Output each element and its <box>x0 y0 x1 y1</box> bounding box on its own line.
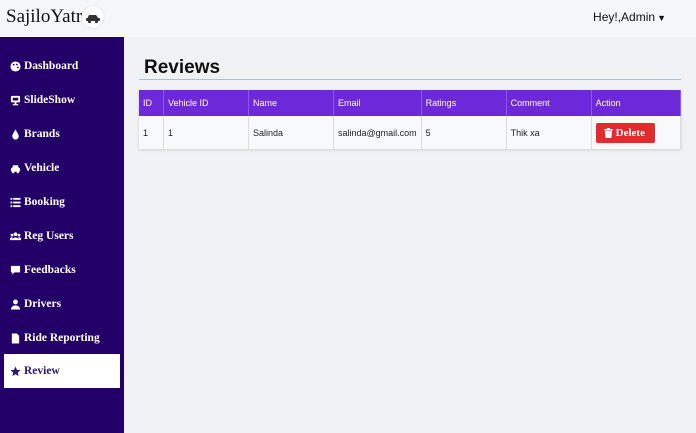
cell-vehicle-id: 1 <box>163 116 249 149</box>
sidebar-item-label: Brands <box>24 128 60 140</box>
car-icon <box>82 6 104 28</box>
page-title: Reviews <box>144 57 221 78</box>
cell-id: 1 <box>139 116 164 149</box>
column-header-vehicle-id: Vehicle ID <box>163 90 249 116</box>
star-icon <box>9 365 21 377</box>
sidebar-item-slideshow[interactable]: SlideShow <box>4 83 120 117</box>
sidebar-item-vehicle[interactable]: Vehicle <box>4 151 120 185</box>
column-header-action: Action <box>591 90 682 116</box>
list-icon <box>9 196 21 208</box>
user-menu-label: Hey!,Admin <box>593 10 656 24</box>
cell-ratings: 5 <box>421 116 507 149</box>
sidebar-item-label: Review <box>24 365 60 377</box>
table-header-row: ID Vehicle ID Name Email Ratings Comment… <box>139 90 682 116</box>
sidebar-item-label: Ride Reporting <box>24 332 100 344</box>
palette-icon <box>9 60 21 72</box>
cell-comment: Thik xa <box>506 116 592 149</box>
sidebar-item-label: Dashboard <box>24 60 79 72</box>
column-header-name: Name <box>248 90 334 116</box>
delete-button-label: Delete <box>615 126 645 139</box>
column-header-ratings: Ratings <box>421 90 507 116</box>
delete-button[interactable]: Delete <box>595 122 655 143</box>
comment-icon <box>9 264 21 276</box>
sidebar: Dashboard SlideShow Brands Vehicle Booki… <box>0 37 124 433</box>
cell-action: Delete <box>591 116 682 149</box>
sidebar-item-label: Drivers <box>24 298 62 310</box>
sidebar-item-label: Booking <box>24 196 65 208</box>
sidebar-item-feedbacks[interactable]: Feedbacks <box>4 253 120 287</box>
tv-icon <box>9 94 21 106</box>
brand-name[interactable]: SajiloYatra <box>6 6 91 28</box>
sidebar-item-drivers[interactable]: Drivers <box>4 287 120 321</box>
sidebar-item-dashboard[interactable]: Dashboard <box>4 49 120 83</box>
users-icon <box>9 230 21 242</box>
reviews-table: ID Vehicle ID Name Email Ratings Comment… <box>139 90 682 149</box>
table-row: 1 1 Salinda salinda@gmail.com 5 Thik xa … <box>139 116 682 149</box>
sidebar-item-label: SlideShow <box>24 94 76 106</box>
column-header-id: ID <box>139 90 164 116</box>
sidebar-item-label: Feedbacks <box>24 264 76 276</box>
cell-name: Salinda <box>248 116 334 149</box>
sidebar-item-booking[interactable]: Booking <box>4 185 120 219</box>
column-header-comment: Comment <box>506 90 592 116</box>
user-icon <box>9 298 21 310</box>
sidebar-item-reg-users[interactable]: Reg Users <box>4 219 120 253</box>
sidebar-item-review[interactable]: Review <box>4 354 120 388</box>
cell-email: salinda@gmail.com <box>333 116 422 149</box>
title-divider <box>139 79 681 80</box>
user-menu[interactable]: Hey!,Admin ▼ <box>593 10 666 24</box>
car-icon <box>9 162 21 174</box>
top-bar: SajiloYatra Hey!,Admin ▼ <box>0 0 696 37</box>
sidebar-item-label: Vehicle <box>24 162 60 174</box>
tint-icon <box>9 128 21 140</box>
sidebar-item-label: Reg Users <box>24 230 74 242</box>
caret-down-icon: ▼ <box>657 13 666 23</box>
column-header-email: Email <box>333 90 422 116</box>
sidebar-item-ride-reporting[interactable]: Ride Reporting <box>4 321 120 355</box>
file-icon <box>9 332 21 344</box>
trash-icon <box>603 127 613 138</box>
sidebar-item-brands[interactable]: Brands <box>4 117 120 151</box>
